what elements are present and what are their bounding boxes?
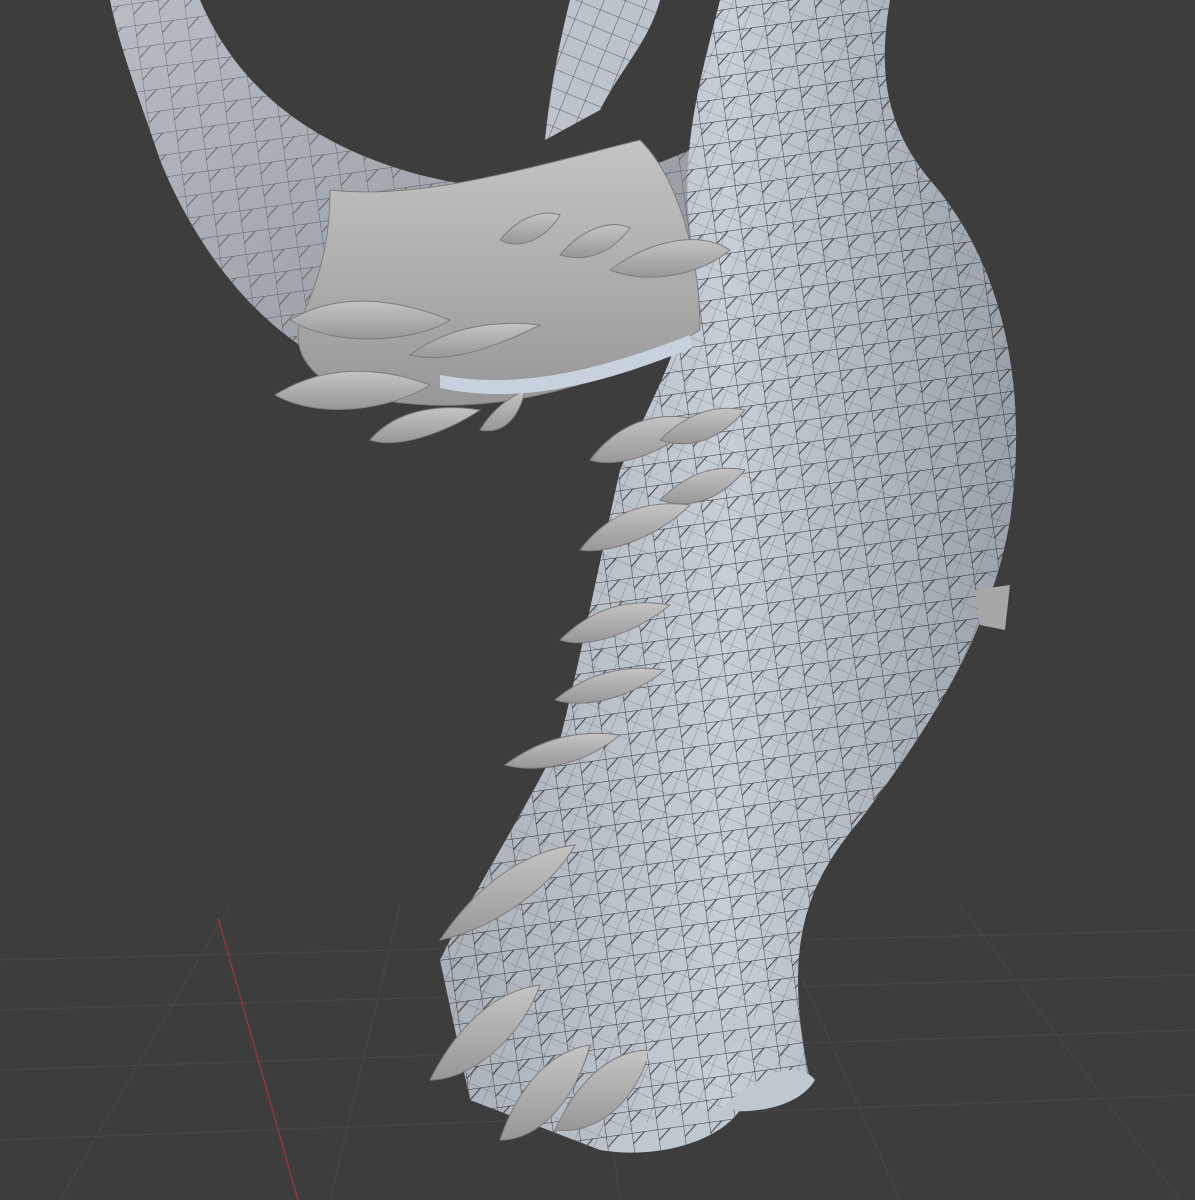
dragon-mesh[interactable] [110, 0, 1017, 1153]
viewport-canvas[interactable] [0, 0, 1195, 1200]
x-axis-line [217, 917, 299, 1200]
3d-viewport[interactable] [0, 0, 1195, 1200]
